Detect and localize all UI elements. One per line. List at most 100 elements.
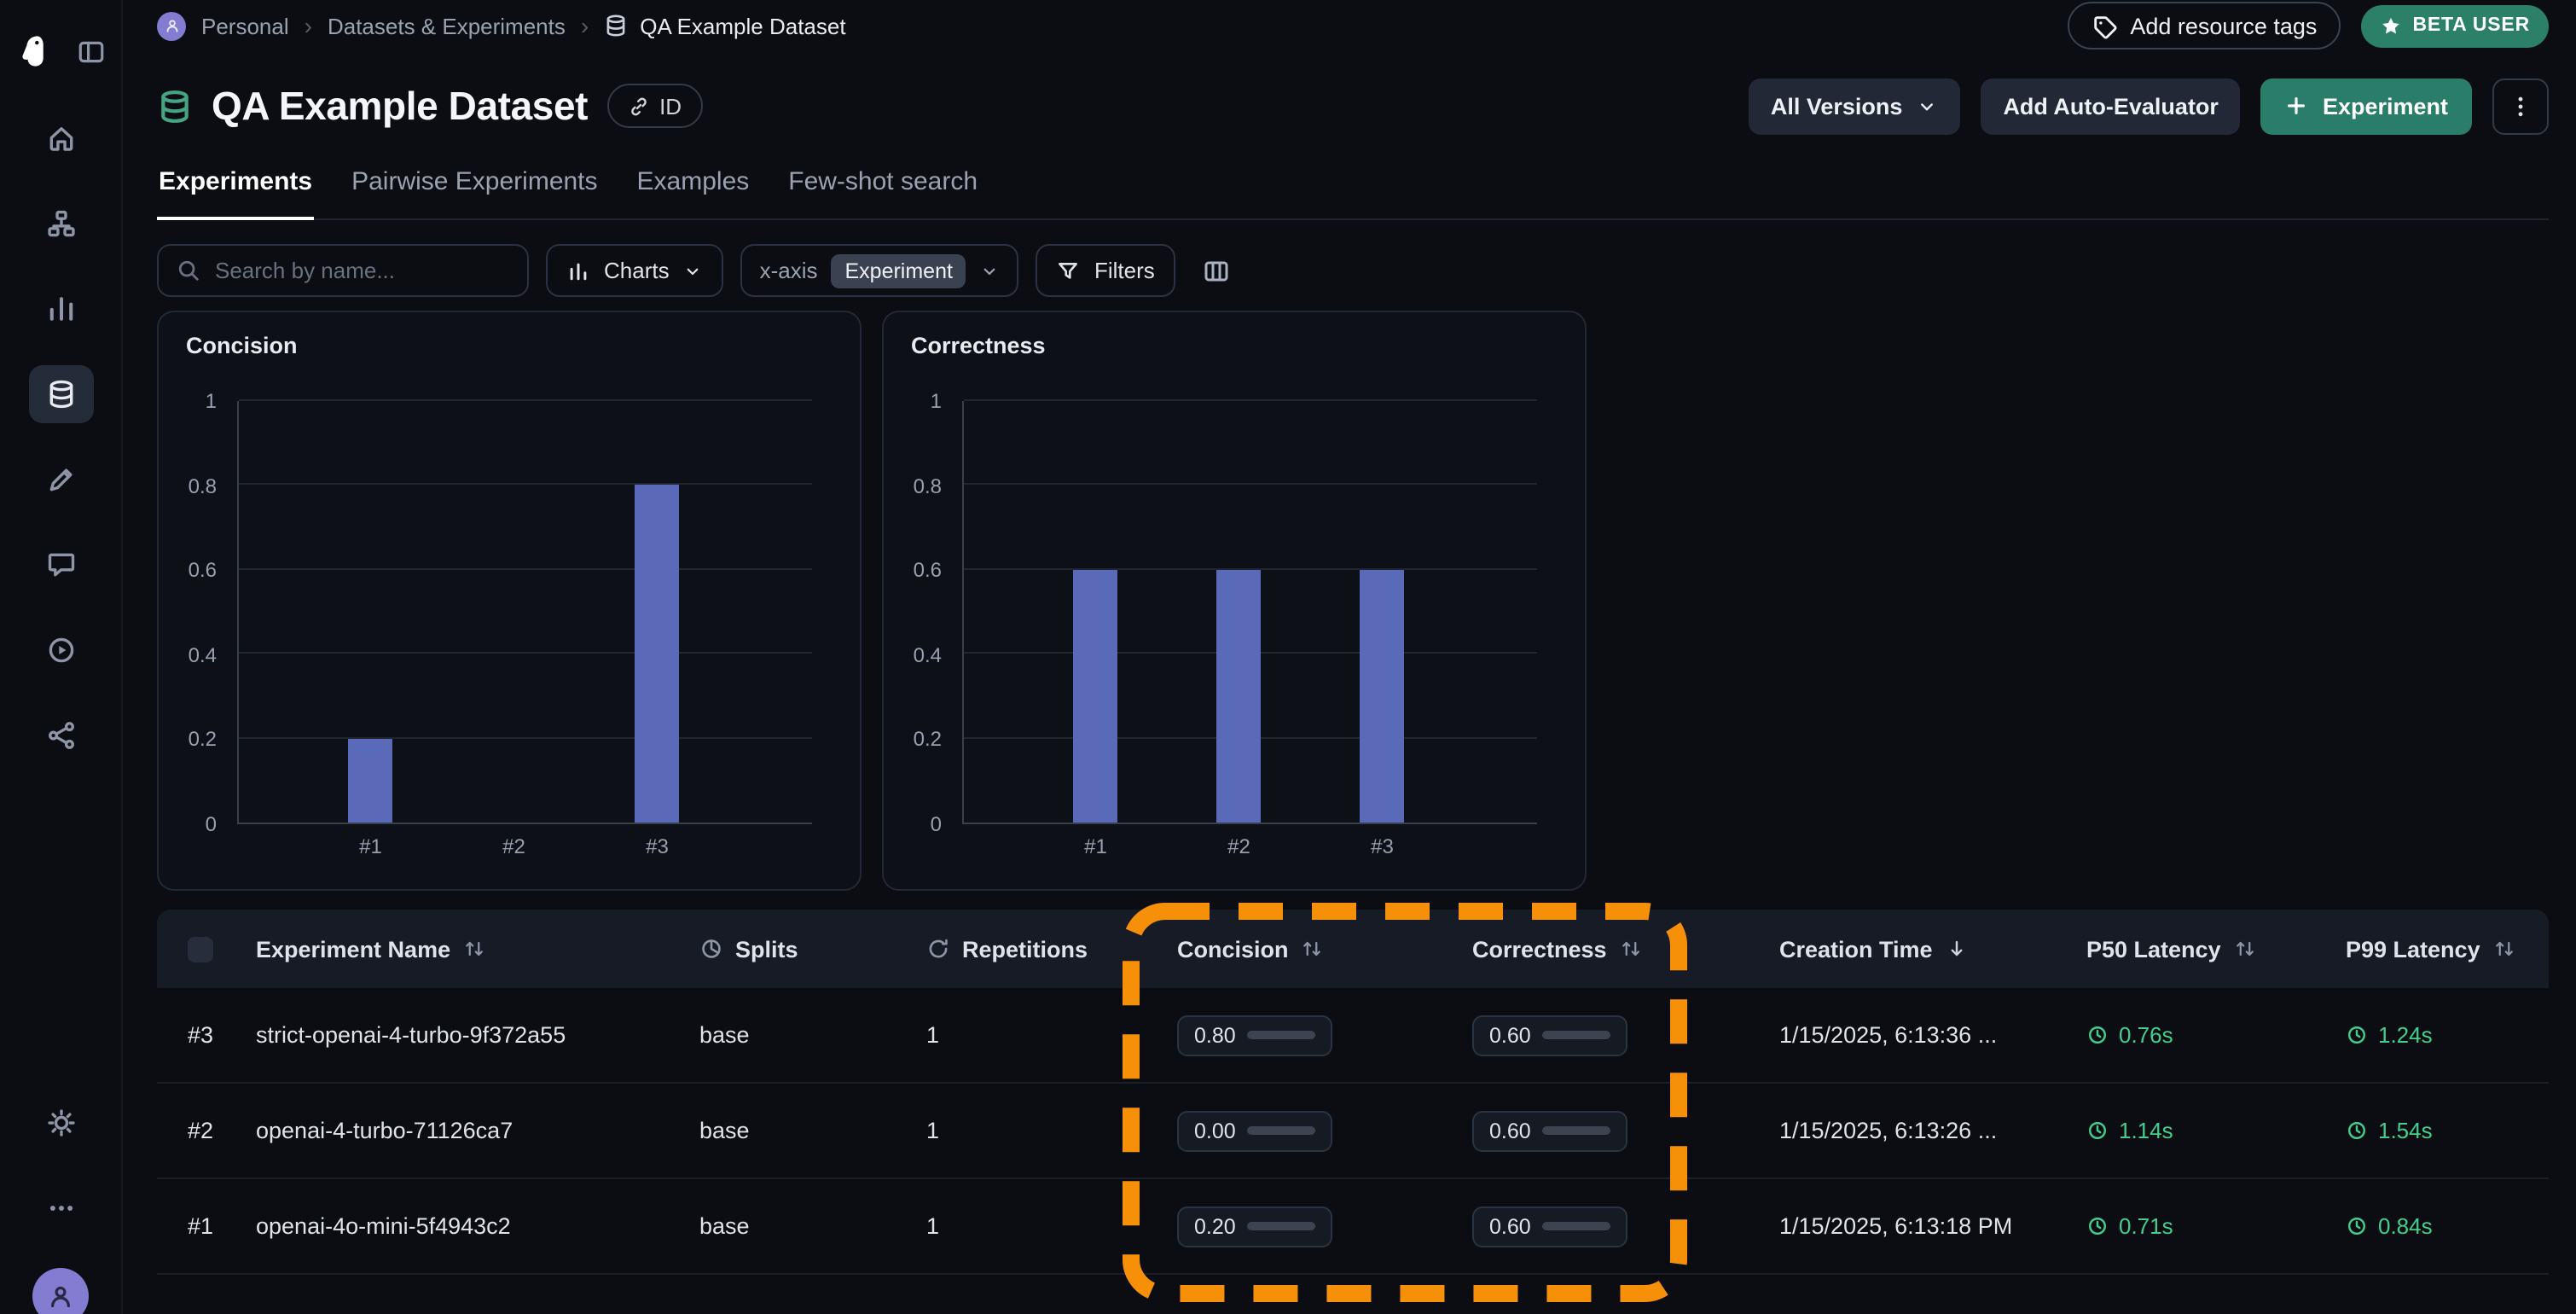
clock-icon — [2346, 1215, 2368, 1237]
more-actions-button[interactable] — [2492, 78, 2549, 134]
sidebar-item-deployments[interactable] — [28, 706, 93, 765]
sidebar-item-monitoring[interactable] — [28, 280, 93, 338]
workspace-avatar — [157, 11, 186, 40]
add-auto-evaluator-button[interactable]: Add Auto-Evaluator — [1981, 78, 2241, 134]
search-box — [157, 244, 529, 297]
col-repetitions[interactable]: Repetitions — [926, 936, 1177, 962]
breadcrumb-datasets[interactable]: Datasets & Experiments — [328, 13, 566, 38]
table-row[interactable]: #3 strict-openai-4-turbo-9f372a55 base 1… — [157, 988, 2549, 1084]
chevron-right-icon: › — [305, 12, 312, 39]
col-creation-time[interactable]: Creation Time — [1779, 936, 2086, 962]
x-tick-label: #3 — [1371, 834, 1394, 858]
chart-title: Correctness — [911, 333, 1046, 358]
correctness-score: 0.60 — [1472, 1110, 1628, 1151]
charts-dropdown[interactable]: Charts — [546, 244, 724, 297]
new-experiment-button[interactable]: Experiment — [2261, 78, 2472, 134]
sidebar-item-annotation-queues[interactable] — [28, 451, 93, 509]
database-icon — [604, 14, 628, 38]
sort-icon — [462, 937, 486, 961]
id-label: ID — [659, 93, 682, 119]
header-actions: All Versions Add Auto-Evaluator Experime… — [1749, 78, 2549, 134]
share-nodes-icon — [45, 720, 76, 751]
sidebar — [0, 0, 123, 1314]
message-icon — [45, 549, 76, 580]
sidebar-item-prompts[interactable] — [28, 536, 93, 594]
p99-latency: 1.54s — [2346, 1118, 2433, 1143]
columns-button[interactable] — [1192, 244, 1240, 297]
add-resource-tags-button[interactable]: Add resource tags — [2067, 2, 2341, 49]
splits-value: base — [699, 1022, 926, 1048]
main-content: Personal › Datasets & Experiments › QA E… — [123, 0, 2576, 1314]
experiments-toolbar: Charts x-axis Experiment Filters — [157, 244, 2549, 297]
plus-icon — [2285, 94, 2309, 118]
sidebar-nav — [0, 109, 121, 765]
gear-icon — [46, 1108, 77, 1138]
page-title: QA Example Dataset — [212, 83, 588, 129]
bar — [1074, 570, 1118, 823]
col-correctness[interactable]: Correctness — [1472, 936, 1779, 962]
search-input[interactable] — [215, 258, 515, 283]
y-axis-labels: 1 0.8 0.6 0.4 0.2 0 — [159, 401, 223, 824]
col-p99-latency[interactable]: P99 Latency — [2346, 936, 2549, 962]
creation-time: 1/15/2025, 6:13:36 ... — [1779, 1022, 2086, 1048]
tab-examples[interactable]: Examples — [635, 167, 751, 218]
table-header: Experiment Name Splits Repetitions Conci… — [157, 910, 2549, 988]
dataset-icon — [157, 88, 193, 124]
splits-value: base — [699, 1213, 926, 1239]
table-row[interactable]: #1 openai-4o-mini-5f4943c2 base 1 0.20 0… — [157, 1179, 2549, 1275]
plot-area: #1 #2 #3 — [962, 401, 1537, 824]
tab-experiments[interactable]: Experiments — [157, 167, 314, 220]
sidebar-item-more[interactable] — [29, 1179, 94, 1237]
concision-score: 0.20 — [1177, 1206, 1333, 1247]
user-avatar[interactable] — [32, 1268, 89, 1314]
sort-icon — [1619, 937, 1643, 961]
col-experiment-name[interactable]: Experiment Name — [256, 936, 699, 962]
copy-id-button[interactable]: ID — [606, 84, 702, 128]
tab-few-shot-search[interactable]: Few-shot search — [786, 167, 979, 218]
collapse-sidebar-icon[interactable] — [77, 37, 106, 66]
table-row[interactable]: #2 openai-4-turbo-71126ca7 base 1 0.00 0… — [157, 1084, 2549, 1179]
sidebar-item-home[interactable] — [28, 109, 93, 167]
score-bar — [1248, 1222, 1316, 1230]
p50-latency: 0.76s — [2086, 1022, 2173, 1048]
langsmith-logo-icon — [15, 32, 53, 70]
select-all-checkbox[interactable] — [188, 936, 213, 962]
xaxis-selector[interactable]: x-axis Experiment — [741, 244, 1019, 297]
experiment-name-link[interactable]: openai-4o-mini-5f4943c2 — [256, 1213, 699, 1239]
sidebar-item-datasets[interactable] — [28, 365, 93, 423]
chart-icon — [566, 259, 590, 282]
concision-chart: Concision 1 0.8 0.6 0.4 0.2 0 #1 — [157, 311, 862, 891]
breadcrumb-personal[interactable]: Personal — [201, 13, 289, 38]
kebab-icon — [2508, 93, 2533, 119]
chevron-right-icon: › — [581, 12, 589, 39]
bar — [1361, 570, 1405, 823]
all-versions-dropdown[interactable]: All Versions — [1749, 78, 1961, 134]
plot-area: #1 #2 #3 — [237, 401, 812, 824]
experiment-name-link[interactable]: strict-openai-4-turbo-9f372a55 — [256, 1022, 699, 1048]
col-p50-latency[interactable]: P50 Latency — [2086, 936, 2346, 962]
breadcrumb: Personal › Datasets & Experiments › QA E… — [157, 11, 846, 40]
search-icon — [176, 258, 201, 283]
x-tick-label: #1 — [359, 834, 382, 858]
filters-label: Filters — [1094, 258, 1155, 283]
sidebar-item-projects[interactable] — [28, 195, 93, 253]
x-tick-label: #1 — [1084, 834, 1107, 858]
repetitions-value: 1 — [926, 1213, 1177, 1239]
concision-score: 0.80 — [1177, 1015, 1333, 1055]
row-rank: #2 — [157, 1118, 256, 1143]
col-concision[interactable]: Concision — [1177, 936, 1472, 962]
sidebar-item-playground[interactable] — [28, 621, 93, 679]
filters-button[interactable]: Filters — [1036, 244, 1175, 297]
page-header: QA Example Dataset ID All Versions Add A… — [157, 72, 2549, 140]
correctness-score: 0.60 — [1472, 1206, 1628, 1247]
correctness-score: 0.60 — [1472, 1015, 1628, 1055]
clock-icon — [2086, 1215, 2109, 1237]
col-splits[interactable]: Splits — [699, 936, 926, 962]
database-icon — [45, 379, 76, 410]
row-rank: #3 — [157, 1022, 256, 1048]
sidebar-item-settings[interactable] — [29, 1094, 94, 1152]
tab-pairwise-experiments[interactable]: Pairwise Experiments — [350, 167, 599, 218]
breadcrumb-current-label: QA Example Dataset — [640, 13, 845, 38]
chevron-down-icon — [683, 260, 704, 281]
experiment-name-link[interactable]: openai-4-turbo-71126ca7 — [256, 1118, 699, 1143]
